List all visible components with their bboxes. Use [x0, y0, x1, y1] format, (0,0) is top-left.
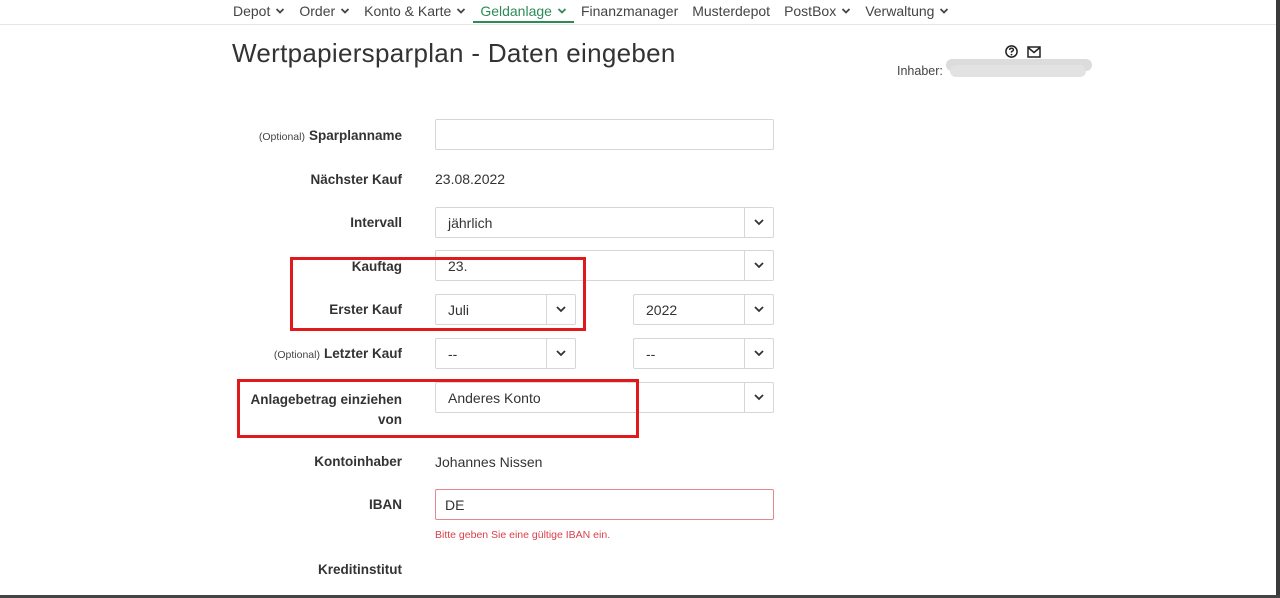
- window-edge: [1276, 0, 1280, 598]
- owner-label: Inhaber:: [897, 64, 943, 78]
- nav-label: Geldanlage: [480, 3, 552, 19]
- naechster-kauf-value: 23.08.2022: [435, 171, 506, 187]
- sparplanname-input[interactable]: [435, 119, 774, 150]
- iban-input[interactable]: DE: [435, 489, 774, 520]
- chevron-down-icon: [276, 8, 285, 14]
- dropdown-button[interactable]: [546, 339, 575, 368]
- dropdown-button[interactable]: [744, 295, 773, 324]
- kreditinstitut-label: Kreditinstitut: [318, 562, 402, 577]
- select-value: --: [646, 346, 656, 362]
- label-text: Letzter Kauf: [323, 346, 402, 361]
- nav-item-postbox[interactable]: PostBox: [777, 0, 858, 21]
- nav-label: PostBox: [784, 3, 837, 19]
- naechster-kauf-label: Nächster Kauf: [310, 172, 402, 187]
- chevron-down-icon: [341, 8, 350, 14]
- erster-kauf-year-select[interactable]: 2022: [633, 294, 774, 325]
- kontoinhaber-value: Johannes Nissen: [435, 454, 543, 470]
- label-text: Sparplanname: [308, 128, 402, 143]
- chevron-down-icon: [754, 394, 764, 401]
- nav-label: Order: [299, 3, 336, 19]
- chevron-down-icon: [457, 8, 466, 14]
- nav-label: Depot: [233, 3, 271, 19]
- chevron-down-icon: [754, 306, 764, 313]
- nav-item-order[interactable]: Order: [292, 0, 357, 21]
- iban-label: IBAN: [369, 497, 402, 512]
- letzter-kauf-month-select[interactable]: --: [435, 338, 576, 369]
- select-value: 2022: [646, 302, 678, 318]
- intervall-select[interactable]: jährlich: [435, 207, 774, 238]
- nav-item-geldanlage[interactable]: Geldanlage: [473, 0, 574, 23]
- select-value: --: [448, 346, 458, 362]
- chevron-down-icon: [940, 8, 949, 14]
- dropdown-button[interactable]: [744, 208, 773, 237]
- nav-item-finanzmanager[interactable]: Finanzmanager: [574, 0, 685, 21]
- nav-label: Konto & Karte: [364, 3, 452, 19]
- optional-tag: (Optional): [273, 349, 320, 361]
- iban-error-message: Bitte geben Sie eine gültige IBAN ein.: [435, 529, 611, 541]
- highlight-box: [237, 379, 639, 438]
- input-value: DE: [445, 497, 465, 513]
- chevron-down-icon: [842, 8, 851, 14]
- chevron-down-icon: [754, 262, 764, 269]
- main-nav: Depot Order Konto & Karte Geldanlage Fin…: [226, 0, 956, 24]
- chevron-down-icon: [754, 219, 764, 226]
- nav-item-verwaltung[interactable]: Verwaltung: [858, 0, 956, 21]
- nav-item-depot[interactable]: Depot: [226, 0, 292, 21]
- letzter-kauf-year-select[interactable]: --: [633, 338, 774, 369]
- sparplanname-label: (Optional) Sparplanname: [259, 128, 402, 143]
- intervall-label: Intervall: [350, 215, 402, 230]
- dropdown-button[interactable]: [744, 383, 773, 412]
- chevron-down-icon: [556, 350, 566, 357]
- chevron-down-icon: [754, 350, 764, 357]
- owner-name-redacted: [946, 59, 1092, 77]
- chevron-down-icon: [557, 8, 567, 14]
- nav-item-musterdepot[interactable]: Musterdepot: [685, 0, 777, 21]
- nav-label: Finanzmanager: [580, 3, 679, 19]
- nav-label: Verwaltung: [865, 3, 935, 19]
- dropdown-button[interactable]: [744, 251, 773, 280]
- page-title: Wertpapiersparplan - Daten eingeben: [232, 38, 676, 68]
- kontoinhaber-label: Kontoinhaber: [314, 454, 402, 469]
- letzter-kauf-label: (Optional) Letzter Kauf: [274, 346, 402, 361]
- nav-label: Musterdepot: [692, 3, 771, 19]
- dropdown-button[interactable]: [744, 339, 773, 368]
- nav-item-konto-karte[interactable]: Konto & Karte: [357, 0, 473, 21]
- optional-tag: (Optional): [258, 131, 305, 143]
- select-value: jährlich: [448, 215, 493, 231]
- nav-divider: [0, 24, 1276, 25]
- highlight-box: [290, 257, 586, 331]
